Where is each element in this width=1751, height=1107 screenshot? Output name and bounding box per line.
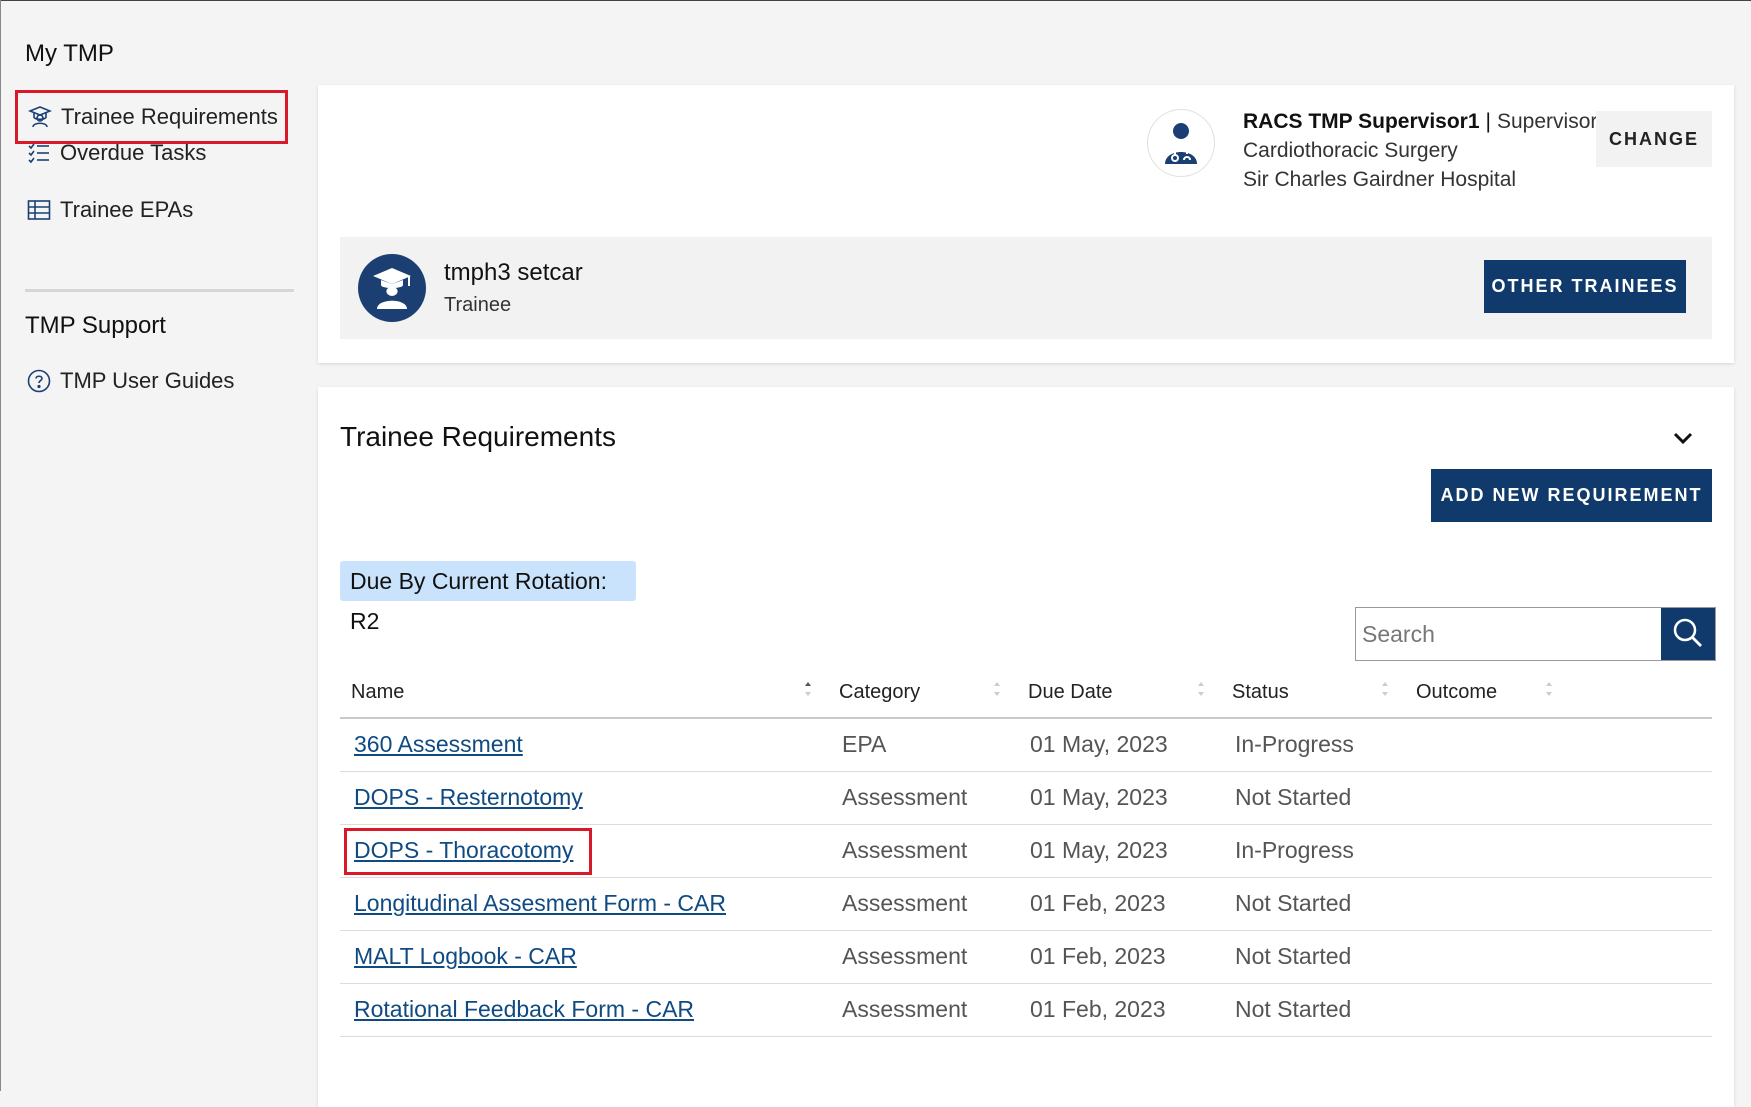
sort-icon[interactable] xyxy=(1197,679,1205,699)
sort-icon[interactable] xyxy=(1381,679,1389,699)
table-row: Rotational Feedback Form - CAR Assessmen… xyxy=(340,984,1712,1037)
supervisor-hospital: Sir Charles Gairdner Hospital xyxy=(1243,168,1517,191)
requirements-card: Trainee Requirements ADD NEW REQUIREMENT… xyxy=(318,387,1734,1107)
requirement-link[interactable]: DOPS - Thoracotomy xyxy=(354,837,573,863)
requirements-title: Trainee Requirements xyxy=(340,421,616,452)
sidebar-item-trainee-epas[interactable]: Trainee EPAs xyxy=(26,195,193,225)
sidebar-divider xyxy=(25,289,294,292)
row-due-date: 01 Feb, 2023 xyxy=(1030,890,1166,916)
doctor-icon xyxy=(1148,110,1214,176)
supervisor-name: RACS TMP Supervisor1 xyxy=(1243,110,1480,133)
row-due-date: 01 Feb, 2023 xyxy=(1030,943,1166,969)
row-category: Assessment xyxy=(842,943,968,969)
requirement-link[interactable]: MALT Logbook - CAR xyxy=(354,943,577,969)
row-due-date: 01 May, 2023 xyxy=(1030,731,1168,757)
table-row: Longitudinal Assesment Form - CAR Assess… xyxy=(340,878,1712,931)
sort-icon[interactable] xyxy=(993,679,1001,699)
sidebar-heading-tmp-support: TMP Support xyxy=(25,312,166,339)
add-new-requirement-button[interactable]: ADD NEW REQUIREMENT xyxy=(1431,469,1712,522)
sidebar: My TMP Trainee Requirements Overdue Task… xyxy=(0,0,300,1091)
table-header: Name Category Due Date Status Outcome xyxy=(340,669,1712,719)
row-category: Assessment xyxy=(842,837,968,863)
table-row: MALT Logbook - CAR Assessment 01 Feb, 20… xyxy=(340,931,1712,984)
sidebar-item-tmp-user-guides[interactable]: TMP User Guides xyxy=(26,366,234,396)
sidebar-item-label: TMP User Guides xyxy=(60,368,235,393)
column-header-name[interactable]: Name xyxy=(351,681,404,704)
requirements-table: Name Category Due Date Status Outcome 36… xyxy=(340,669,1712,1037)
sort-icon[interactable] xyxy=(1545,679,1553,699)
trainee-name: tmph3 setcar xyxy=(444,259,583,286)
row-category: Assessment xyxy=(842,890,968,916)
sidebar-item-label: Trainee Requirements xyxy=(61,104,278,129)
question-circle-icon xyxy=(26,368,52,394)
change-button[interactable]: CHANGE xyxy=(1596,111,1712,167)
row-status: Not Started xyxy=(1235,996,1352,1022)
due-rotation-label: Due By Current Rotation: xyxy=(350,568,607,594)
search-button[interactable] xyxy=(1661,608,1715,660)
sidebar-item-overdue-tasks[interactable]: Overdue Tasks xyxy=(26,138,206,168)
chevron-down-icon[interactable] xyxy=(1670,425,1696,451)
row-due-date: 01 May, 2023 xyxy=(1030,837,1168,863)
requirement-link[interactable]: DOPS - Resternotomy xyxy=(354,784,583,810)
sort-icon[interactable] xyxy=(804,679,812,699)
due-rotation-badge: Due By Current Rotation: R2 xyxy=(340,561,636,634)
row-status: Not Started xyxy=(1235,943,1352,969)
table-row: DOPS - Thoracotomy Assessment 01 May, 20… xyxy=(340,825,1712,878)
column-header-status[interactable]: Status xyxy=(1232,681,1289,704)
profile-card: RACS TMP Supervisor1 | Supervisor Cardioth… xyxy=(318,85,1734,363)
due-rotation-value: R2 xyxy=(350,608,380,634)
table-row: 360 Assessment EPA 01 May, 2023 In-Progr… xyxy=(340,719,1712,772)
search-icon xyxy=(1672,617,1704,652)
sidebar-item-label: Overdue Tasks xyxy=(60,140,207,165)
requirement-link[interactable]: 360 Assessment xyxy=(354,731,523,757)
sidebar-item-trainee-requirements[interactable]: Trainee Requirements xyxy=(15,90,288,144)
table-grid-icon xyxy=(26,197,52,223)
row-due-date: 01 May, 2023 xyxy=(1030,784,1168,810)
supervisor-specialty: Cardiothoracic Surgery xyxy=(1243,139,1458,162)
search-input[interactable] xyxy=(1356,608,1661,660)
sidebar-item-label: Trainee EPAs xyxy=(60,197,194,222)
trainee-bar: tmph3 setcar Trainee OTHER TRAINEES xyxy=(340,237,1712,339)
row-status: In-Progress xyxy=(1235,837,1354,863)
column-header-category[interactable]: Category xyxy=(839,681,920,704)
graduation-cap-icon xyxy=(27,104,53,130)
row-status: In-Progress xyxy=(1235,731,1354,757)
row-due-date: 01 Feb, 2023 xyxy=(1030,996,1166,1022)
search-box xyxy=(1355,607,1716,661)
requirement-link[interactable]: Longitudinal Assesment Form - CAR xyxy=(354,890,726,916)
column-header-due-date[interactable]: Due Date xyxy=(1028,681,1113,704)
row-category: Assessment xyxy=(842,784,968,810)
supervisor-info: RACS TMP Supervisor1 | Supervisor Cardioth… xyxy=(1243,107,1597,194)
row-category: Assessment xyxy=(842,996,968,1022)
graduate-icon xyxy=(358,254,426,322)
checklist-icon xyxy=(26,140,52,166)
supervisor-role: Supervisor xyxy=(1496,110,1598,133)
trainee-role: Trainee xyxy=(444,294,512,316)
sidebar-heading-my-tmp: My TMP xyxy=(25,40,114,67)
supervisor-separator: | xyxy=(1485,110,1491,133)
other-trainees-button[interactable]: OTHER TRAINEES xyxy=(1484,260,1686,313)
row-status: Not Started xyxy=(1235,784,1352,810)
requirement-link[interactable]: Rotational Feedback Form - CAR xyxy=(354,996,694,1022)
row-status: Not Started xyxy=(1235,890,1352,916)
column-header-outcome[interactable]: Outcome xyxy=(1416,681,1497,704)
table-row: DOPS - Resternotomy Assessment 01 May, 2… xyxy=(340,772,1712,825)
row-category: EPA xyxy=(842,731,887,757)
